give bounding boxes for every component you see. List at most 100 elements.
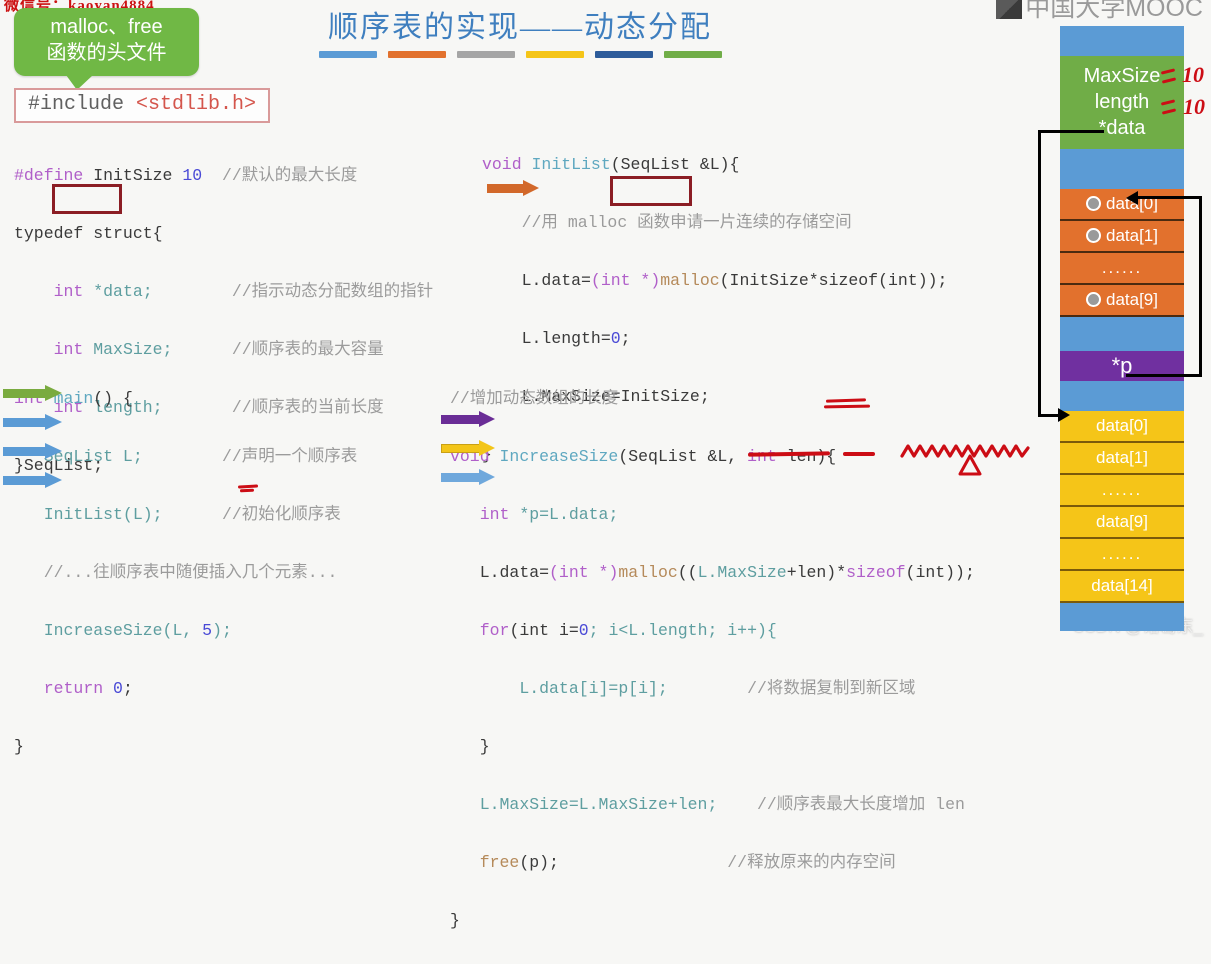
- arrow-head: [45, 472, 62, 488]
- arrow-shaft: [3, 418, 47, 427]
- code-line-initlist-sig: void InitList(SeqList &L){: [482, 150, 947, 179]
- initlist-params: (SeqList &L){: [610, 155, 740, 174]
- main-params: () {: [93, 389, 133, 408]
- arrow-shaft: [441, 415, 481, 424]
- fn-free: free: [479, 853, 520, 872]
- type-int-p: int: [479, 505, 510, 524]
- kw-return: return: [43, 679, 104, 698]
- code-line-main-end: }: [14, 732, 357, 761]
- mem-new-cell-dots-1: ......: [1060, 475, 1184, 507]
- mem-old-cell-label: data[1]: [1106, 226, 1158, 245]
- stmt-update-maxsize: L.MaxSize=L.MaxSize+len;: [479, 795, 718, 814]
- pen-stroke: [1160, 99, 1176, 106]
- fn-malloc-2: malloc: [618, 563, 678, 582]
- mem-new-cell-dots-2: ......: [1060, 539, 1184, 571]
- mem-gap-bottom: [1060, 603, 1184, 631]
- fn-initlist: InitList: [531, 155, 611, 174]
- num-i-0: 0: [578, 621, 589, 640]
- kw-typedef-struct: typedef struct{: [14, 224, 163, 243]
- code-block-increasesize: //增加动态数组的长度 void IncreaseSize(SeqList &L…: [450, 355, 975, 964]
- code-line-increase-end: }: [450, 906, 975, 935]
- arrow-insert-comment: [3, 443, 63, 460]
- mem-new-cell-0: data[0]: [1060, 411, 1184, 443]
- type-int-data: int: [53, 282, 84, 301]
- comment-data: //指示动态分配数组的指针: [231, 282, 434, 301]
- include-keyword: #include: [28, 93, 125, 116]
- arrow-shaft: [3, 476, 47, 485]
- arrow-head: [45, 443, 62, 459]
- memory-diagram: MaxSize length *data data[0] data[1] ...…: [1060, 26, 1184, 631]
- call-increase-close: );: [212, 621, 232, 640]
- arrow-shaft: [487, 184, 525, 193]
- cast-int-ptr: (int *): [590, 271, 661, 290]
- arrow-shaft: [441, 473, 481, 482]
- arrow-copy-loop: [441, 469, 496, 486]
- arrow-head: [479, 411, 495, 427]
- increase-params-a: (SeqList &L,: [618, 447, 748, 466]
- code-line-increase-comment: //增加动态数组的长度: [450, 384, 975, 413]
- kw-for: for: [479, 621, 510, 640]
- arrow-initlist-call: [3, 414, 63, 431]
- pointer-arrowhead-p: [1126, 191, 1138, 205]
- expr-ldata-assign: L.data=: [521, 271, 591, 290]
- num-5: 5: [202, 621, 213, 640]
- arrow-shaft: [3, 389, 47, 398]
- rule-segment-5: [594, 51, 653, 58]
- ident-initsize: InitSize: [93, 166, 173, 185]
- include-directive-box: #include <stdlib.h>: [14, 88, 271, 123]
- include-header: <stdlib.h>: [136, 93, 257, 116]
- for-cond: ; i<L.length; i++){: [588, 621, 777, 640]
- decl-pointer-p: *p=L.data;: [509, 505, 619, 524]
- comment-init: //初始化顺序表: [221, 505, 341, 524]
- code-line-save-pointer: int *p=L.data;: [450, 500, 975, 529]
- code-line-for-loop: for(int i=0; i<L.length; i++){: [450, 616, 975, 645]
- num-0: 0: [610, 329, 621, 348]
- pen-equals-length: [1160, 99, 1179, 115]
- paren-open: ((: [677, 563, 698, 582]
- arrow-head: [45, 385, 62, 401]
- code-line-main-sig: int main() {: [14, 384, 357, 413]
- num-10: 10: [182, 166, 203, 185]
- kw-void: void: [482, 155, 522, 174]
- rule-segment-1: [318, 51, 377, 58]
- free-args: (p);: [519, 853, 559, 872]
- comment-maxlen: //默认的最大长度: [221, 166, 358, 185]
- circle-icon: [1086, 228, 1101, 243]
- arrow-head: [479, 469, 495, 485]
- mem-new-cell-9: data[9]: [1060, 507, 1184, 539]
- code-line-new-malloc: L.data=(int *)malloc((L.MaxSize+len)*siz…: [450, 558, 975, 587]
- code-line-insert-comment: //...往顺序表中随便插入几个元素...: [14, 558, 357, 587]
- code-line-copy: L.data[i]=p[i]; //将数据复制到新区域: [450, 674, 975, 703]
- cast-int-ptr-2: (int *): [549, 563, 619, 582]
- mem-gap-1: [1060, 149, 1184, 189]
- pen-stroke: [1161, 77, 1177, 84]
- fn-malloc: malloc: [660, 271, 720, 290]
- comment-free: //释放原来的内存空间: [727, 853, 896, 872]
- mem-old-cell-label: data[9]: [1106, 290, 1158, 309]
- comment-malloc: //用 malloc 函数申请一片连续的存储空间: [521, 213, 852, 232]
- code-line-call-increase: IncreaseSize(L, 5);: [14, 616, 357, 645]
- code-line-update-maxsize: L.MaxSize=L.MaxSize+len; //顺序表最大长度增加 len: [450, 790, 975, 819]
- pointer-arrowhead-data: [1058, 408, 1070, 422]
- callout-line-2: 函数的头文件: [46, 42, 167, 64]
- pointer-line-data-v: [1038, 130, 1041, 417]
- pointer-line-p-h1: [1126, 374, 1202, 377]
- pointer-line-p-v: [1199, 196, 1202, 377]
- mem-old-cell-9: data[9]: [1060, 285, 1184, 317]
- arrow-shaft: [3, 447, 47, 456]
- code-line-decl-l: SeqList L; //声明一个顺序表: [14, 442, 358, 471]
- arrow-pointer-save: [441, 411, 496, 428]
- pen-annotation-maxsize: 10: [1182, 62, 1204, 87]
- code-line-for-end: }: [450, 732, 975, 761]
- circle-icon: [1086, 196, 1101, 211]
- malloc-args: (InitSize*sizeof(int));: [719, 271, 948, 290]
- pointer-line-p-h2: [1134, 196, 1202, 199]
- mem-old-cell-1: data[1]: [1060, 221, 1184, 253]
- code-line-define: #define InitSize 10 //默认的最大长度: [14, 161, 433, 190]
- for-init-a: (int i=: [509, 621, 579, 640]
- call-initlist: InitList(L);: [43, 505, 163, 524]
- mem-new-cell-14: data[14]: [1060, 571, 1184, 603]
- arrow-shaft: [441, 444, 481, 453]
- pen-stroke: [1160, 68, 1176, 75]
- circle-icon: [1086, 292, 1101, 307]
